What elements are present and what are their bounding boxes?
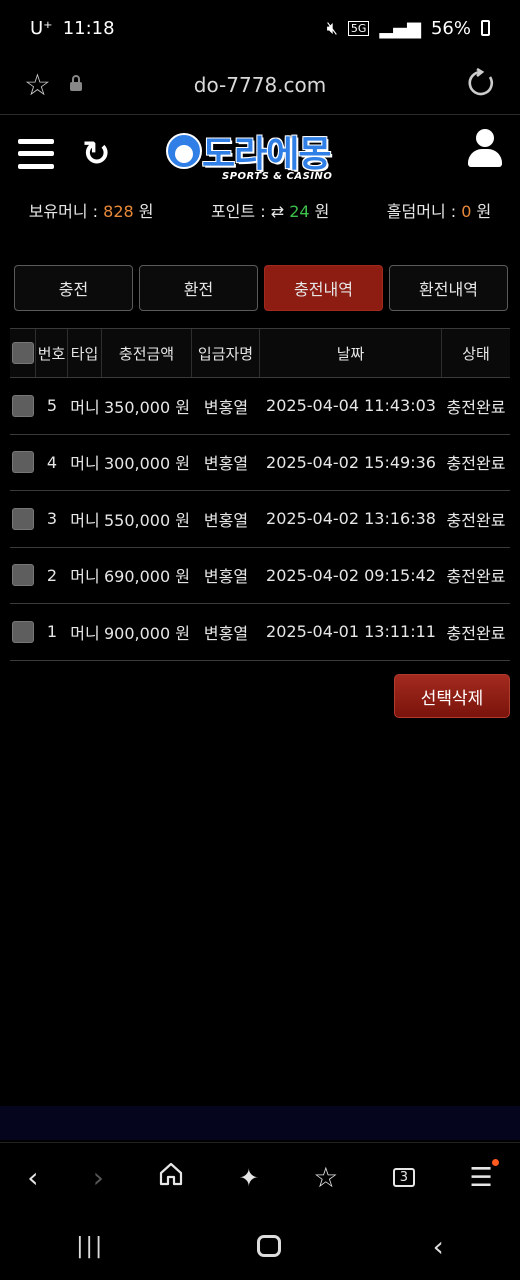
holdem-balance: 홀덤머니 : 0 원 [386, 202, 492, 221]
tabs-count-icon[interactable]: 3 [392, 1168, 416, 1187]
doraemon-face-icon [166, 133, 202, 169]
table-header: 번호 타입 충전금액 입금자명 날짜 상태 [10, 328, 510, 378]
logo-subtitle: SPORTS & CASINO [222, 171, 333, 182]
back-icon[interactable]: ‹ [27, 1161, 38, 1194]
signal-icon: ▂▄▆ [379, 17, 421, 39]
table-row: 3 머니 550,000 원 변홍열 2025-04-02 13:16:38 충… [10, 491, 510, 548]
address-bar: ☆ do-7778.com [0, 56, 520, 114]
tab-bar: 충전 환전 충전내역 환전내역 [14, 265, 508, 311]
tab-deposit[interactable]: 충전 [14, 265, 133, 311]
bookmarks-star-icon[interactable]: ☆ [313, 1161, 338, 1194]
sparkle-icon[interactable]: ✦ [239, 1164, 259, 1192]
delete-selected-button[interactable]: 선택삭제 [394, 674, 510, 718]
site-logo[interactable]: 도라에몽 SPORTS & CASINO [164, 125, 364, 187]
carrier-label: U⁺ [30, 17, 53, 39]
system-back-icon[interactable]: ‹ [433, 1230, 444, 1263]
system-navigation: ||| ‹ [0, 1212, 520, 1280]
network-label: 5G [347, 20, 370, 36]
browser-toolbar: ‹ › ✦ ☆ 3 ☰ [0, 1142, 520, 1212]
column-header: 충전금액 [102, 329, 192, 377]
point-balance: 포인트 : ⇄ 24 원 [210, 202, 330, 221]
refresh-icon[interactable]: ↻ [82, 137, 111, 171]
home-icon[interactable] [158, 1161, 184, 1194]
table-row: 4 머니 300,000 원 변홍열 2025-04-02 15:49:36 충… [10, 435, 510, 491]
mute-icon: 🔇︎ [326, 17, 338, 39]
table-row: 5 머니 350,000 원 변홍열 2025-04-04 11:43:03 충… [10, 378, 510, 435]
row-checkbox[interactable] [12, 394, 34, 417]
home-button-icon[interactable] [256, 1235, 281, 1257]
status-bar: U⁺ 11:18 🔇︎ 5G ▂▄▆ 56% [0, 0, 520, 56]
battery-icon [481, 20, 490, 36]
browser-menu-icon[interactable]: ☰ [469, 1158, 500, 1193]
tab-withdraw-history[interactable]: 환전내역 [389, 265, 508, 311]
reload-icon[interactable] [466, 67, 496, 102]
site-header: ↻ 도라에몽 SPORTS & CASINO [0, 114, 520, 192]
column-header: 타입 [68, 329, 102, 377]
money-balance: 보유머니 : 828 원 [28, 202, 154, 221]
balance-bar: 보유머니 : 828 원 포인트 : ⇄ 24 원 홀덤머니 : 0 원 [0, 192, 520, 228]
user-profile-icon[interactable] [468, 129, 502, 169]
column-header: 날짜 [260, 329, 442, 377]
point-value: 24 [289, 202, 310, 221]
tab-withdraw[interactable]: 환전 [139, 265, 258, 311]
table-row: 1 머니 900,000 원 변홍열 2025-04-01 13:11:11 충… [10, 604, 510, 661]
row-checkbox[interactable] [12, 451, 34, 474]
forward-icon[interactable]: › [93, 1161, 104, 1194]
deposit-history-table: 번호 타입 충전금액 입금자명 날짜 상태 5 머니 350,000 원 변홍열… [10, 328, 510, 661]
row-checkbox[interactable] [12, 620, 34, 643]
table-row: 2 머니 690,000 원 변홍열 2025-04-02 09:15:42 충… [10, 548, 510, 604]
recent-apps-icon[interactable]: ||| [76, 1234, 104, 1259]
bookmark-star-icon[interactable]: ☆ [24, 68, 51, 103]
logo-text: 도라에몽 [202, 134, 331, 175]
row-checkbox[interactable] [12, 507, 34, 530]
money-value: 828 [103, 202, 134, 221]
holdem-value: 0 [461, 202, 472, 221]
row-checkbox[interactable] [12, 564, 34, 587]
tab-deposit-history[interactable]: 충전내역 [264, 265, 383, 311]
lock-icon [69, 74, 83, 96]
select-all-checkbox[interactable] [11, 342, 34, 364]
menu-hamburger-icon[interactable] [18, 138, 54, 169]
column-header: 상태 [462, 344, 490, 363]
footer-strip [0, 1106, 520, 1140]
point-convert-icon[interactable]: ⇄ [271, 202, 284, 221]
clock: 11:18 [62, 17, 115, 39]
battery-level: 56% [430, 17, 471, 39]
column-header: 번호 [36, 329, 68, 377]
column-header: 입금자명 [192, 329, 260, 377]
